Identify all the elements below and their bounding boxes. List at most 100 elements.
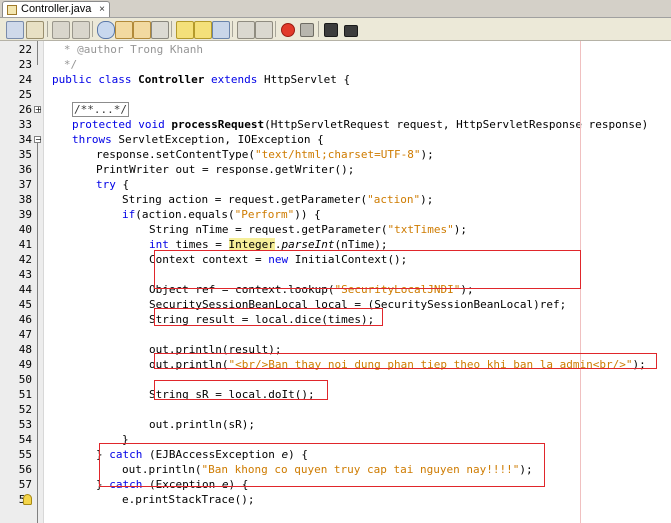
fold-guide-line — [37, 143, 38, 523]
code-line: */ — [44, 58, 78, 71]
line-number: 41 — [18, 238, 32, 251]
line-number: 46 — [18, 313, 32, 326]
toggle-bookmark-icon[interactable] — [212, 21, 230, 39]
code-token: , — [224, 133, 238, 146]
expand-fold-icon[interactable]: + — [34, 106, 42, 114]
code-token: equals — [188, 208, 228, 221]
tab-title: Controller.java — [21, 3, 92, 15]
line-number: 44 — [18, 283, 32, 296]
code-token: String — [149, 223, 189, 236]
code-token: SecuritySessionBeanLocal — [374, 298, 534, 311]
prev-bookmark-icon[interactable] — [176, 21, 194, 39]
code-token: ); — [453, 223, 467, 236]
code-token: )) { — [294, 208, 321, 221]
comment-icon[interactable] — [324, 23, 338, 37]
line-number-gutter: 22 23 24 25 26 33 34 35 36 37 38 39 40 41 42 43 44 45 46 47… — [0, 41, 44, 523]
line-number: 38 — [18, 193, 32, 206]
code-token: . — [274, 193, 281, 206]
code-token: { — [310, 133, 324, 146]
code-line: protected void processRequest(HttpServle… — [72, 117, 648, 132]
next-bookmark-icon[interactable] — [194, 21, 212, 39]
line-number: 23 — [18, 58, 32, 71]
code-line: /**...*/ — [72, 102, 129, 117]
line-number: 49 — [18, 358, 32, 371]
code-token: action — [168, 193, 209, 206]
code-token: e — [122, 493, 129, 506]
code-token: ( — [248, 148, 255, 161]
code-token: PrintWriter — [96, 163, 169, 176]
fold-guide-line — [37, 41, 38, 65]
code-line: e.printStackTrace(); — [122, 492, 254, 507]
line-number: 51 — [18, 388, 32, 401]
editor-toolbar — [0, 18, 671, 41]
code-line: out.println(sR); — [149, 417, 255, 432]
find-next-icon[interactable] — [133, 21, 151, 39]
code-token: ; — [559, 298, 567, 311]
code-token: getParameter — [280, 193, 361, 206]
annotation-highlight-box — [154, 250, 581, 289]
find-prev-icon[interactable] — [115, 21, 133, 39]
code-token: ) — [641, 118, 649, 131]
line-number: 35 — [18, 148, 32, 161]
toggle-highlight-icon[interactable] — [151, 21, 169, 39]
code-line: throws ServletException, IOException { — [72, 132, 324, 147]
forward-icon[interactable] — [72, 21, 90, 39]
code-token: IOException — [237, 133, 311, 146]
toolbar-separator — [47, 21, 48, 37]
code-line: public class Controller extends HttpServ… — [52, 72, 350, 87]
string-literal: "action" — [367, 193, 421, 206]
keyword: void — [138, 118, 165, 131]
code-line: * @author Trong Khanh — [44, 43, 203, 56]
toolbar-separator — [232, 21, 233, 37]
keyword: public — [52, 73, 92, 86]
line-number: 57 — [18, 478, 32, 491]
code-token: ); — [420, 193, 434, 206]
source-icon[interactable] — [6, 21, 24, 39]
code-token: String — [122, 193, 162, 206]
lightbulb-hint-icon[interactable] — [23, 494, 32, 505]
line-number: 56 — [18, 463, 32, 476]
line-number: 50 — [18, 373, 32, 386]
keyword: throws — [72, 133, 112, 146]
toolbar-separator — [275, 21, 276, 37]
keyword: extends — [210, 73, 258, 86]
string-literal: "txtTimes" — [387, 223, 454, 236]
stop-macro-icon[interactable] — [300, 23, 314, 37]
code-line: response.setContentType("text/html;chars… — [96, 147, 434, 162]
line-number: 36 — [18, 163, 32, 176]
code-token: out — [149, 418, 169, 431]
uncomment-icon[interactable] — [344, 25, 358, 37]
code-token: action — [141, 208, 182, 221]
code-token: out — [175, 163, 196, 176]
close-tab-icon[interactable]: × — [99, 2, 105, 17]
code-token: println — [175, 418, 222, 431]
line-number: 54 — [18, 433, 32, 446]
code-token: getWriter — [274, 163, 335, 176]
collapsed-javadoc[interactable]: /**...*/ — [72, 102, 129, 117]
collapse-fold-icon[interactable]: − — [34, 136, 42, 144]
record-macro-icon[interactable] — [281, 23, 295, 37]
code-token: HttpServletRequest — [270, 118, 390, 131]
code-token: ); — [241, 418, 255, 431]
line-number: 22 — [18, 43, 32, 56]
find-icon[interactable] — [97, 21, 115, 39]
toolbar-separator — [92, 21, 93, 37]
shift-left-icon[interactable] — [237, 21, 255, 39]
toolbar-separator — [171, 21, 172, 37]
line-number: 52 — [18, 403, 32, 416]
tab-controller-java[interactable]: Controller.java × — [2, 1, 110, 17]
annotation-highlight-box — [154, 308, 383, 326]
code-token: = — [208, 193, 228, 206]
code-token: . — [168, 418, 176, 431]
declared-name: Controller — [138, 73, 205, 86]
code-line: PrintWriter out = response.getWriter(); — [96, 162, 354, 177]
line-number: 39 — [18, 208, 32, 221]
back-icon[interactable] — [52, 21, 70, 39]
code-line: if(action.equals("Perform")) { — [122, 207, 321, 222]
line-number: 43 — [18, 268, 32, 281]
shift-right-icon[interactable] — [255, 21, 273, 39]
line-number: 42 — [18, 253, 32, 266]
history-icon[interactable] — [26, 21, 44, 39]
string-literal: "text/html;charset=UTF-8" — [254, 148, 421, 161]
